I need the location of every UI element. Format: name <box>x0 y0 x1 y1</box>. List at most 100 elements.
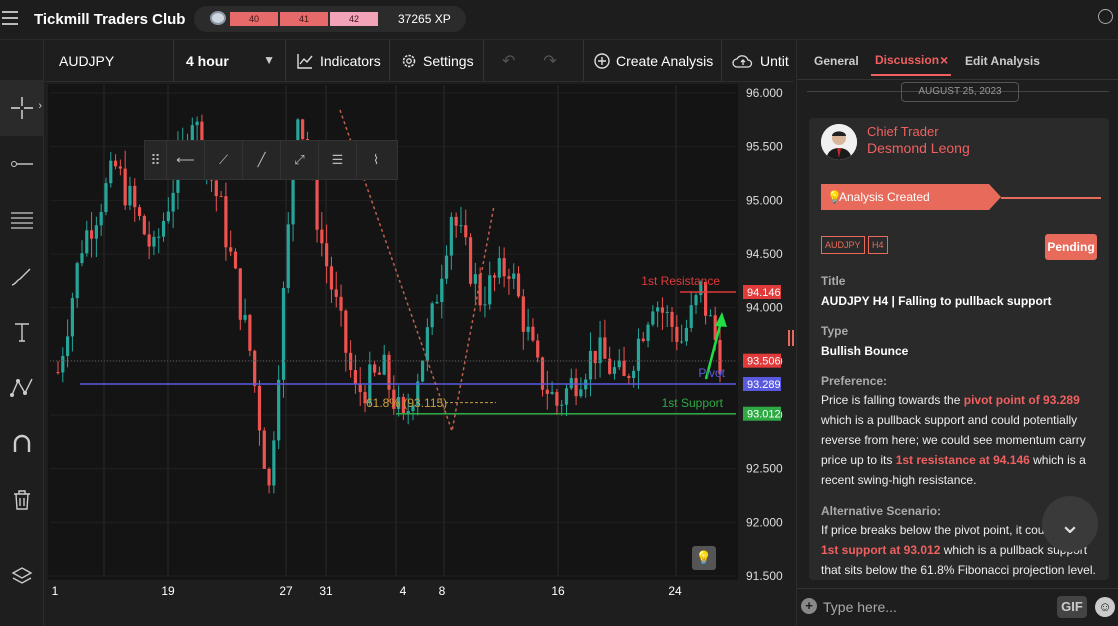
grip-icon[interactable]: ⠿ <box>145 141 167 179</box>
candle-body <box>536 340 540 358</box>
candle-body <box>507 276 511 279</box>
analysis-panel: General Discussion × Edit Analysis AUGUS… <box>796 40 1118 626</box>
x-tick-label: 19 <box>161 584 175 598</box>
timeframe-tag: H4 <box>868 236 888 254</box>
candle-body <box>195 121 199 126</box>
candle-body <box>118 166 122 169</box>
candle-body <box>555 391 559 406</box>
x-tick-label: 31 <box>319 584 333 598</box>
candle-body <box>444 255 449 279</box>
path-icon[interactable]: ⌇ <box>357 141 395 179</box>
candle-body <box>56 372 60 374</box>
candle-body <box>80 253 84 264</box>
candle-body <box>99 212 103 226</box>
x-tick-label: 1 <box>52 584 59 598</box>
close-tab-icon[interactable]: × <box>940 52 948 68</box>
candle-body <box>468 237 473 284</box>
candle-body <box>123 168 127 206</box>
x-tick-label: 27 <box>279 584 293 598</box>
price-tag-label: 93.012 <box>747 409 781 421</box>
tab-edit-analysis[interactable]: Edit Analysis <box>965 54 1040 68</box>
candle-body <box>545 389 549 394</box>
candle-body <box>502 258 506 277</box>
lightbulb-icon[interactable]: 💡 <box>692 546 716 570</box>
candle-body <box>464 225 468 238</box>
candle-body <box>104 183 108 213</box>
channel-icon[interactable]: ☰ <box>319 141 357 179</box>
candle-body <box>564 388 569 405</box>
candle-body <box>531 326 535 341</box>
candle-body <box>157 236 161 238</box>
candle-body <box>214 180 218 197</box>
candle-body <box>656 307 660 312</box>
candle-body <box>430 303 434 328</box>
tab-general[interactable]: General <box>814 54 859 68</box>
candle-body <box>459 225 463 227</box>
candle-body <box>526 326 530 332</box>
candle-body <box>70 298 74 337</box>
candle-body <box>253 350 257 386</box>
status-badge: Pending <box>1045 234 1097 260</box>
globe-icon[interactable] <box>1098 9 1113 24</box>
candle-body <box>660 307 665 313</box>
author-role: Chief Trader <box>867 124 939 139</box>
symbol-tag: AUDJPY <box>821 236 865 254</box>
scroll-down-button[interactable]: ⌄ <box>1042 496 1098 552</box>
candle-body <box>358 384 362 393</box>
tab-discussion[interactable]: Discussion <box>875 53 939 67</box>
candle-body <box>598 337 602 364</box>
ray-icon[interactable]: ╱ <box>243 141 281 179</box>
price-tag-label: 93.506 <box>747 356 781 368</box>
status-ribbon: 💡 Analysis Created <box>821 184 1001 210</box>
candle-body <box>171 192 175 212</box>
candle-body <box>670 311 674 327</box>
active-tab-underline <box>871 74 951 76</box>
fib-label: 61.8% (93.115) <box>366 396 447 410</box>
candle-body <box>85 230 89 254</box>
message-input[interactable]: Type here... <box>823 599 897 615</box>
emoji-icon[interactable]: ☺ <box>1095 597 1115 617</box>
y-tick-label: 94.500 <box>746 247 783 261</box>
price-tag-label: 94.146 <box>747 287 781 299</box>
candle-body <box>497 258 501 278</box>
candle-body <box>281 287 286 380</box>
candle-body <box>665 311 669 313</box>
extended-line-icon[interactable]: ⤢ <box>281 141 319 179</box>
candle-body <box>440 278 444 302</box>
horizontal-line-icon[interactable]: ⟵ <box>167 141 205 179</box>
candle-body <box>492 275 497 278</box>
candle-body <box>521 296 525 332</box>
candle-body <box>113 160 118 167</box>
gif-button[interactable]: GIF <box>1057 596 1087 618</box>
candle-body <box>166 211 170 221</box>
lightbulb-small-icon: 💡 <box>827 190 842 204</box>
candle-body <box>574 378 578 397</box>
candle-body <box>286 224 290 288</box>
candle-body <box>435 301 439 304</box>
title-label: Title <box>821 274 846 288</box>
add-attachment-icon[interactable]: + <box>801 598 817 614</box>
candle-body <box>320 229 324 244</box>
candle-body <box>61 355 65 373</box>
trend-line-icon[interactable]: ⟋ <box>205 141 243 179</box>
candle-body <box>152 236 156 247</box>
candle-body <box>550 391 554 394</box>
candle-body <box>272 440 276 486</box>
candle-body <box>137 207 142 217</box>
floating-draw-toolbar: ⠿ ⟵ ⟋ ╱ ⤢ ☰ ⌇ <box>144 140 398 180</box>
candle-body <box>622 360 626 376</box>
x-tick-label: 16 <box>551 584 565 598</box>
ribbon-line <box>1001 197 1101 199</box>
candle-body <box>344 310 348 353</box>
candle-body <box>248 314 252 351</box>
panel-resize-handle[interactable] <box>788 330 794 346</box>
candle-body <box>593 350 597 364</box>
resistance-label: 1st Resistance <box>641 274 720 288</box>
y-tick-label: 91.500 <box>746 569 783 583</box>
price-chart[interactable]: 1st Resistance Pivot 1st Support 61.8% (93.… <box>0 0 796 626</box>
pivot-highlight: pivot point of 93.289 <box>963 393 1080 407</box>
y-tick-label: 95.000 <box>746 193 783 207</box>
candle-body <box>603 337 607 359</box>
candle-body <box>94 225 98 239</box>
candle-body <box>89 230 94 239</box>
